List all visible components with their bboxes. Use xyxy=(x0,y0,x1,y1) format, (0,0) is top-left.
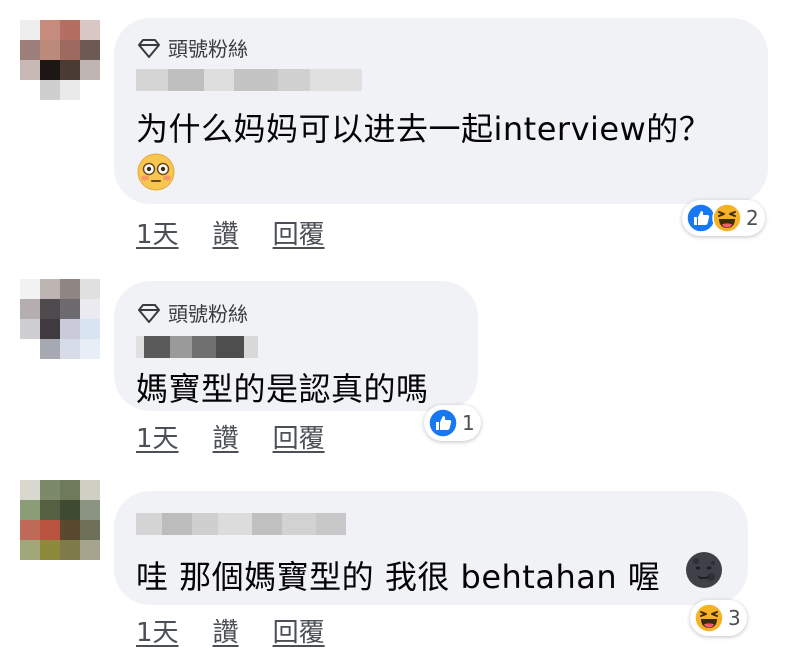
avatar[interactable] xyxy=(20,279,100,359)
avatar-pixel xyxy=(80,279,100,299)
avatar-pixel xyxy=(20,299,40,319)
avatar-pixel xyxy=(40,319,60,339)
avatar-pixel xyxy=(80,339,100,359)
avatar-pixel xyxy=(60,299,80,319)
badge-label: 頭號粉絲 xyxy=(168,37,248,61)
reply-button[interactable]: 回覆 xyxy=(273,214,325,251)
top-fan-badge: 頭號粉絲 xyxy=(138,33,248,62)
comment-text: 为什么妈妈可以进去一起interview的？ xyxy=(136,110,712,148)
like-icon xyxy=(428,408,458,438)
author-name[interactable] xyxy=(136,69,362,91)
avatar-pixel xyxy=(80,20,100,40)
avatar-pixel xyxy=(20,40,40,60)
like-button[interactable]: 讚 xyxy=(213,612,239,649)
comment-actions: 1天 讚 回覆 xyxy=(136,418,325,455)
avatar-pixel xyxy=(60,279,80,299)
avatar-pixel xyxy=(20,480,40,500)
reply-button[interactable]: 回覆 xyxy=(273,418,325,455)
comment-text: 哇 那個媽寶型的 我很 behtahan 喔 xyxy=(136,558,661,596)
avatar-pixel xyxy=(60,20,80,40)
reply-button[interactable]: 回覆 xyxy=(273,612,325,649)
avatar-pixel xyxy=(80,500,100,520)
flushed-face-emoji xyxy=(137,153,175,191)
avatar-pixel xyxy=(80,40,100,60)
haha-icon xyxy=(712,203,742,233)
avatar-pixel xyxy=(40,40,60,60)
avatar-pixel xyxy=(20,339,40,359)
timestamp-link[interactable]: 1天 xyxy=(136,214,179,251)
avatar-pixel xyxy=(60,480,80,500)
avatar-pixel xyxy=(40,20,60,40)
author-name[interactable] xyxy=(136,336,258,358)
avatar-pixel xyxy=(80,540,100,560)
avatar-pixel xyxy=(80,80,100,100)
avatar-pixel xyxy=(40,279,60,299)
avatar-pixel xyxy=(20,500,40,520)
like-button[interactable]: 讚 xyxy=(213,418,239,455)
reaction-count: 2 xyxy=(746,206,759,230)
avatar-pixel xyxy=(80,520,100,540)
avatar[interactable] xyxy=(20,480,100,560)
diamond-icon xyxy=(138,38,160,58)
avatar-pixel xyxy=(40,60,60,80)
avatar-pixel xyxy=(80,319,100,339)
avatar-pixel xyxy=(20,319,40,339)
author-name[interactable] xyxy=(136,513,346,535)
comment-actions: 1天 讚 回覆 xyxy=(136,612,325,649)
avatar-pixel xyxy=(40,80,60,100)
reaction-summary[interactable]: 1 xyxy=(424,405,481,441)
avatar-pixel xyxy=(20,520,40,540)
avatar-pixel xyxy=(40,540,60,560)
reaction-summary[interactable]: 2 xyxy=(682,200,765,236)
avatar-pixel xyxy=(60,60,80,80)
comment-actions: 1天 讚 回覆 xyxy=(136,214,325,251)
diamond-icon xyxy=(138,303,160,323)
avatar-pixel xyxy=(60,40,80,60)
badge-label: 頭號粉絲 xyxy=(168,302,248,326)
avatar-pixel xyxy=(20,279,40,299)
reaction-summary[interactable]: 3 xyxy=(690,600,747,636)
avatar-pixel xyxy=(40,520,60,540)
avatar-pixel xyxy=(40,480,60,500)
avatar-pixel xyxy=(40,299,60,319)
avatar-pixel xyxy=(60,520,80,540)
timestamp-link[interactable]: 1天 xyxy=(136,418,179,455)
like-button[interactable]: 讚 xyxy=(213,214,239,251)
comment-text: 媽寶型的是認真的嗎 xyxy=(136,370,429,408)
avatar-pixel xyxy=(80,480,100,500)
avatar-pixel xyxy=(60,339,80,359)
haha-icon xyxy=(694,603,724,633)
avatar-pixel xyxy=(20,540,40,560)
avatar-pixel xyxy=(80,299,100,319)
reaction-count: 3 xyxy=(728,606,741,630)
new-moon-face-emoji xyxy=(686,552,722,588)
avatar-pixel xyxy=(40,339,60,359)
avatar-pixel xyxy=(60,500,80,520)
top-fan-badge: 頭號粉絲 xyxy=(138,298,248,327)
avatar-pixel xyxy=(60,540,80,560)
avatar-pixel xyxy=(40,500,60,520)
avatar-pixel xyxy=(20,80,40,100)
avatar-pixel xyxy=(60,319,80,339)
avatar-pixel xyxy=(20,60,40,80)
timestamp-link[interactable]: 1天 xyxy=(136,612,179,649)
avatar[interactable] xyxy=(20,20,100,100)
avatar-pixel xyxy=(20,20,40,40)
avatar-pixel xyxy=(80,60,100,80)
avatar-pixel xyxy=(60,80,80,100)
reaction-count: 1 xyxy=(462,411,475,435)
